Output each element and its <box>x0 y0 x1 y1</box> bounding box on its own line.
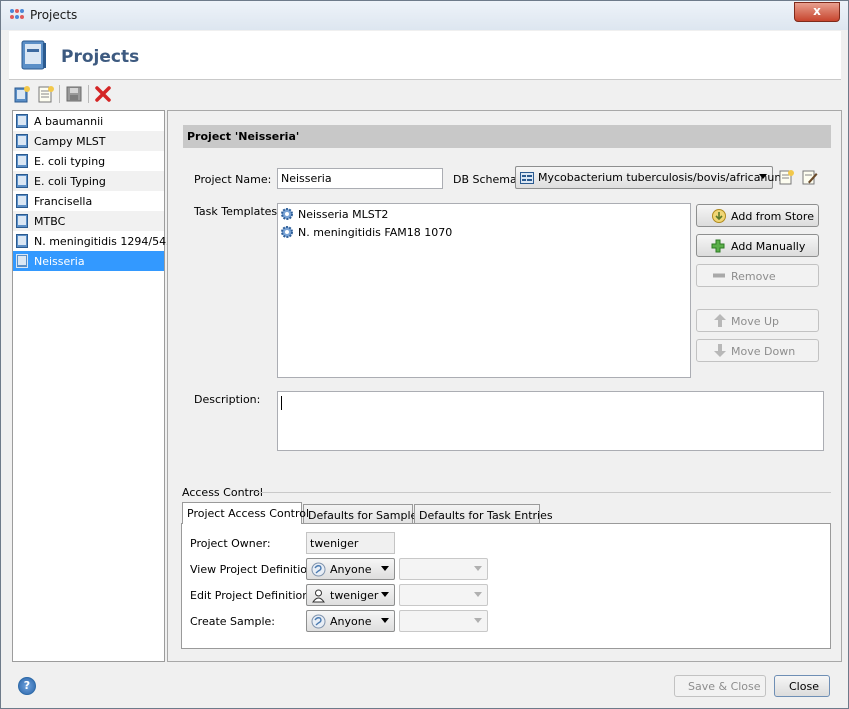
project-icon <box>16 214 28 228</box>
project-icon <box>16 154 28 168</box>
list-item[interactable]: Campy MLST <box>13 131 164 151</box>
db-schema-select[interactable]: Mycobacterium tuberculosis/bovis/african… <box>515 166 785 189</box>
project-name-label: Project Name: <box>194 173 272 186</box>
divider <box>255 492 831 493</box>
gear-icon <box>281 208 293 220</box>
page-title: Projects <box>61 47 140 67</box>
text-caret <box>281 396 282 410</box>
view-secondary-select[interactable] <box>399 558 488 580</box>
add-from-store-button[interactable]: Add from Store <box>696 204 819 227</box>
footer: ? Save & Close Close <box>1 665 848 708</box>
save-icon[interactable] <box>65 85 83 103</box>
list-item-label: E. coli typing <box>34 155 106 168</box>
new-project-icon[interactable] <box>13 85 31 103</box>
list-item[interactable]: E. coli typing <box>13 151 164 171</box>
list-item-label: MTBC <box>34 215 66 228</box>
window-close-button[interactable]: x <box>794 2 840 22</box>
project-owner-label: Project Owner: <box>190 537 271 550</box>
list-item-label: Campy MLST <box>34 135 106 148</box>
create-sample-label: Create Sample: <box>190 615 275 628</box>
tab-defaults-for-samples[interactable]: Defaults for Samples <box>303 504 423 524</box>
toolbar-separator <box>59 85 60 103</box>
project-icon <box>16 254 28 268</box>
toolbar-separator <box>88 85 89 103</box>
create-sample-select[interactable]: Anyone <box>306 610 395 632</box>
tab-project-access-control[interactable]: Project Access Control <box>182 502 309 524</box>
project-owner-field: tweniger <box>306 532 395 554</box>
chevron-down-icon <box>474 618 482 623</box>
edit-project-definition-select[interactable]: tweniger <box>306 584 395 606</box>
list-item-selected[interactable]: Neisseria <box>13 251 164 271</box>
list-item-label: A baumannii <box>34 115 104 128</box>
arrow-up-icon <box>714 314 726 327</box>
delete-icon[interactable] <box>94 85 112 103</box>
app-icon <box>10 9 24 23</box>
list-item-label: E. coli Typing <box>34 175 106 188</box>
project-book-icon <box>21 40 46 70</box>
chevron-down-icon <box>381 592 389 597</box>
list-item-label: N. meningitidis 1294/542 <box>34 235 174 248</box>
list-item-label: Neisseria <box>34 255 85 268</box>
section-title: Project 'Neisseria' <box>183 125 831 148</box>
list-item[interactable]: E. coli Typing <box>13 171 164 191</box>
help-icon[interactable]: ? <box>18 677 36 695</box>
edit-project-icon[interactable] <box>37 85 55 103</box>
projects-window: Projects x Projects A baumannii Campy ML… <box>0 0 849 709</box>
project-icon <box>16 134 28 148</box>
chevron-down-icon <box>381 618 389 623</box>
save-close-button[interactable]: Save & Close <box>674 675 766 697</box>
view-project-definition-select[interactable]: Anyone <box>306 558 395 580</box>
chevron-down-icon <box>381 566 389 571</box>
project-list: A baumannii Campy MLST E. coli typing E.… <box>12 110 173 662</box>
window-title: Projects <box>30 8 78 22</box>
add-manually-button[interactable]: Add Manually <box>696 234 819 257</box>
description-textarea[interactable] <box>277 391 824 451</box>
task-templates-label: Task Templates: <box>194 205 281 218</box>
edit-project-definition-label: Edit Project Definition: <box>190 589 313 602</box>
remove-button[interactable]: Remove <box>696 264 819 287</box>
access-control-panel: Project Owner: tweniger View Project Def… <box>181 523 831 649</box>
chevron-down-icon <box>474 566 482 571</box>
new-schema-icon[interactable] <box>779 169 795 185</box>
project-icon <box>16 194 28 208</box>
move-down-button[interactable]: Move Down <box>696 339 819 362</box>
minus-icon <box>713 273 725 278</box>
project-detail-panel: Project 'Neisseria' Project Name: Neisse… <box>167 110 842 662</box>
list-item[interactable]: A baumannii <box>13 111 164 131</box>
move-up-button[interactable]: Move Up <box>696 309 819 332</box>
task-templates-list[interactable]: Neisseria MLST2 N. meningitidis FAM18 10… <box>277 203 691 378</box>
chevron-down-icon <box>759 174 767 179</box>
store-icon <box>712 209 726 223</box>
globe-icon <box>311 562 326 577</box>
gear-icon <box>281 226 293 238</box>
edit-secondary-select[interactable] <box>399 584 488 606</box>
access-control-label: Access Control <box>182 486 263 499</box>
schema-icon <box>520 172 534 184</box>
edit-schema-icon[interactable] <box>802 169 818 185</box>
db-schema-label: DB Schema: <box>453 173 521 186</box>
list-item[interactable]: N. meningitidis 1294/542 <box>13 231 173 251</box>
view-project-definition-label: View Project Definition: <box>190 563 318 576</box>
create-secondary-select[interactable] <box>399 610 488 632</box>
chevron-down-icon <box>474 592 482 597</box>
dialog-header: Projects <box>9 31 841 80</box>
project-icon <box>16 174 28 188</box>
list-item[interactable]: MTBC <box>13 211 164 231</box>
close-button[interactable]: Close <box>774 675 830 697</box>
project-icon <box>16 234 28 248</box>
toolbar <box>9 81 841 107</box>
description-label: Description: <box>194 393 261 406</box>
plus-icon <box>711 239 725 253</box>
list-item[interactable]: Francisella <box>13 191 164 211</box>
title-bar: Projects x <box>1 1 848 30</box>
tab-defaults-for-task-entries[interactable]: Defaults for Task Entries <box>414 504 553 524</box>
arrow-down-icon <box>714 344 726 357</box>
globe-icon <box>311 614 326 629</box>
project-icon <box>16 114 28 128</box>
user-icon <box>312 589 325 603</box>
list-item-label: Francisella <box>34 195 93 208</box>
project-name-input[interactable]: Neisseria <box>277 168 443 189</box>
